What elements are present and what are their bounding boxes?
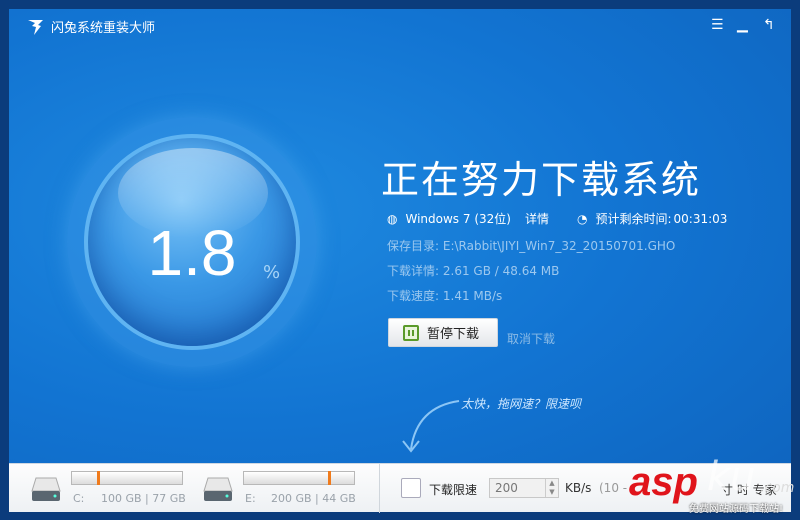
divider xyxy=(379,464,380,513)
progress-gauge: 1.8 % xyxy=(84,134,300,350)
pause-icon xyxy=(403,324,419,341)
disk-c-usage-bar xyxy=(71,471,183,485)
speed-limit-label: 下载限速 xyxy=(429,483,478,497)
rabbit-logo-icon xyxy=(28,19,43,35)
os-name: Windows 7 (32位) xyxy=(405,212,511,226)
details-link[interactable]: 详情 xyxy=(525,210,549,227)
speed-range: (10 - xyxy=(599,481,628,495)
app-title: 闪兔系统重装大师 xyxy=(27,17,155,36)
disk-usage-marker xyxy=(328,471,332,485)
main-window: 闪兔系统重装大师 ☰ ▁ ↰ 1.8 % 正在努力下载系统 ◍ Windows … xyxy=(9,9,791,513)
return-icon[interactable]: ↰ xyxy=(763,17,775,33)
speed-unit: KB/s xyxy=(565,481,592,495)
speed-limit-hint: 太快，拖网速？限速呗 xyxy=(461,397,582,411)
globe-icon: ◍ xyxy=(387,211,398,226)
pie-clock-icon: ◔ xyxy=(576,211,588,226)
menu-icon[interactable]: ☰ xyxy=(711,17,724,33)
status-heading: 正在努力下载系统 xyxy=(381,158,702,202)
save-dir-row: 保存目录: E:\Rabbit\JIYI_Win7_32_20150701.GH… xyxy=(387,239,676,253)
speed-limit-checkbox[interactable] xyxy=(401,478,421,498)
percent-unit: % xyxy=(263,262,281,283)
download-detail: 2.61 GB / 48.64 MB xyxy=(442,264,560,278)
download-detail-row: 下载详情: 2.61 GB / 48.64 MB xyxy=(387,264,560,278)
eta-value: 00:31:03 xyxy=(673,211,728,226)
disk-e-usage-bar xyxy=(243,471,355,485)
speed-row: 下载速度: 1.41 MB/s xyxy=(387,289,503,303)
app-title-text: 闪兔系统重装大师 xyxy=(51,21,156,36)
disk-e-icon xyxy=(203,477,233,501)
eta-label: 预计剩余时间: xyxy=(595,212,672,226)
disk-usage-marker xyxy=(96,471,100,485)
watermark-logo: asp ku .com 免费网站源码下载站! xyxy=(629,454,795,515)
download-speed: 1.41 MB/s xyxy=(442,289,503,303)
info-row: ◍ Windows 7 (32位) 详情 ◔ 预计剩余时间: 00:31:03 xyxy=(387,210,727,227)
save-dir: E:\Rabbit\JIYI_Win7_32_20150701.GHO xyxy=(442,239,676,253)
disk-c-icon xyxy=(31,477,61,501)
hint-arrow-icon xyxy=(402,400,460,453)
disk-e-sizes: 200 GB | 44 GB xyxy=(271,492,356,505)
minimize-icon[interactable]: ▁ xyxy=(737,17,748,33)
disk-e-label: E: xyxy=(245,492,256,505)
pause-download-button[interactable]: 暂停下载 xyxy=(388,318,498,347)
cancel-download-link[interactable]: 取消下载 xyxy=(507,330,555,347)
speed-limit-stepper[interactable]: ▲ ▼ xyxy=(545,479,558,497)
disk-c-sizes: 100 GB | 77 GB xyxy=(101,492,186,505)
disk-c-label: C: xyxy=(73,492,85,505)
